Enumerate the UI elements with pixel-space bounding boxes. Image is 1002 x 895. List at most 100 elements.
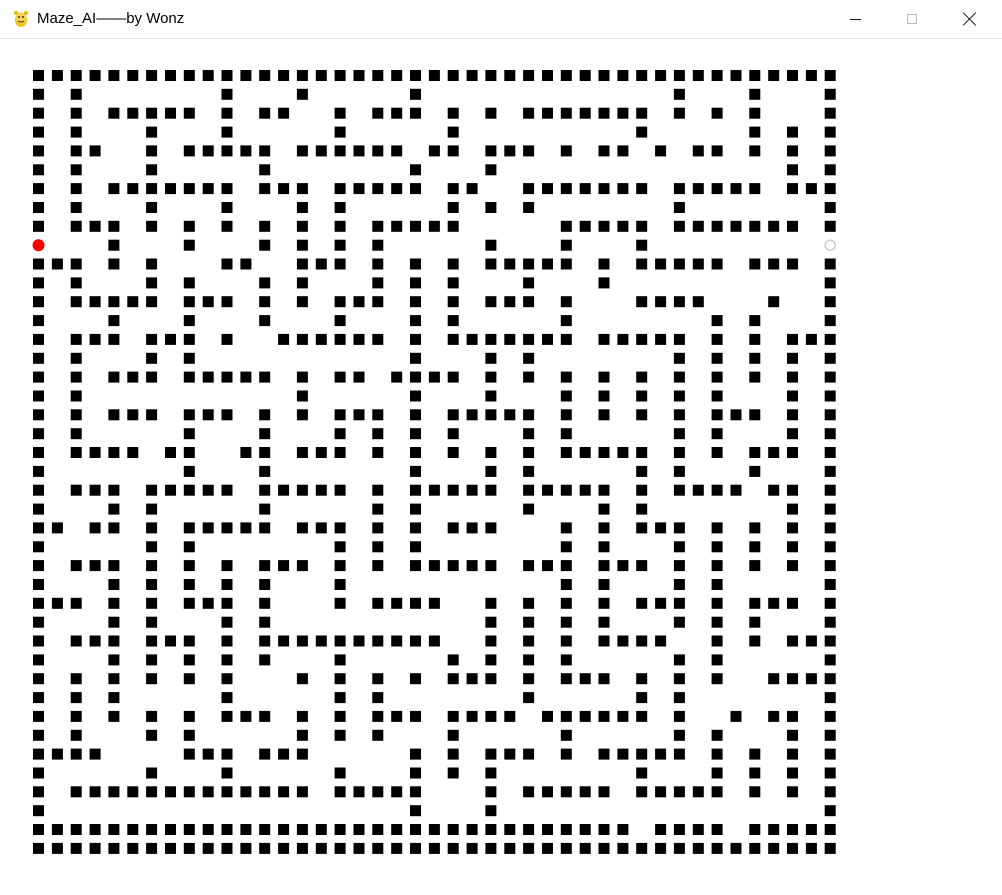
maze-wall-block <box>673 465 685 477</box>
maze-wall-block <box>391 183 403 195</box>
maze-wall-block <box>202 522 214 534</box>
maze-wall-block <box>636 786 648 798</box>
maze-wall-block <box>221 824 233 835</box>
maze-wall-block <box>787 541 798 553</box>
maze-wall-block <box>221 296 233 308</box>
maze-wall-block <box>108 560 120 572</box>
maze-wall-block <box>221 842 233 854</box>
maze-wall-block <box>146 484 158 496</box>
maze-wall-block <box>89 635 101 647</box>
maze-wall-block <box>259 748 271 760</box>
maze-wall-block <box>70 560 82 572</box>
maze-wall-block <box>466 70 478 81</box>
maze-wall-block <box>504 258 516 270</box>
maze-wall-block <box>447 126 459 138</box>
maze-wall-block <box>108 315 120 327</box>
maze-wall-block <box>730 183 742 195</box>
maze-wall-block <box>805 183 817 195</box>
maze-wall-block <box>447 560 459 572</box>
maze-wall-block <box>183 710 195 722</box>
maze-wall-block <box>523 277 535 289</box>
maze-wall-block <box>183 786 195 798</box>
maze-wall-block <box>560 522 572 534</box>
maze-wall-block <box>598 220 610 232</box>
maze-wall-block <box>673 560 685 572</box>
maze-wall-block <box>711 579 723 590</box>
maze-wall-block <box>33 692 44 704</box>
maze-wall-block <box>202 824 214 835</box>
maze-wall-block <box>730 484 742 496</box>
maze-wall-block <box>560 842 572 854</box>
maze-wall-block <box>485 597 497 609</box>
maze-wall-block <box>787 560 798 572</box>
maze-wall-block <box>221 145 233 157</box>
maze-wall-block <box>353 296 365 308</box>
maze-wall-block <box>334 183 346 195</box>
maze-wall-block <box>485 352 497 364</box>
maze-wall-block <box>89 522 101 534</box>
maze-wall-block <box>372 296 384 308</box>
maze-wall-block <box>673 786 685 798</box>
maze-wall-block <box>428 371 440 383</box>
maze-wall-block <box>523 145 535 157</box>
maze-wall-block <box>33 296 44 308</box>
maze-wall-block <box>655 333 667 345</box>
maze-wall-block <box>315 333 327 345</box>
maze-wall-block <box>711 107 723 119</box>
maze-wall-block <box>598 70 610 81</box>
maze-wall-block <box>410 842 421 854</box>
maze-wall-block <box>787 710 798 722</box>
maze-wall-block <box>787 824 798 835</box>
maze-wall-block <box>278 748 290 760</box>
maze-wall-block <box>70 635 82 647</box>
maze-wall-block <box>805 635 817 647</box>
maze-wall-block <box>183 145 195 157</box>
maze-wall-block <box>824 767 836 779</box>
maze-wall-block <box>504 333 516 345</box>
maze-wall-block <box>598 579 610 590</box>
maze-wall-block <box>334 296 346 308</box>
maze-wall-block <box>560 409 572 421</box>
maze-wall-block <box>523 786 535 798</box>
maze-wall-block <box>485 447 497 458</box>
maze-wall-block <box>768 673 780 685</box>
maze-wall-block <box>410 258 421 270</box>
maze-wall-block <box>296 729 308 741</box>
maze-wall-block <box>353 635 365 647</box>
maze-wall-block <box>33 729 44 741</box>
maze-wall-block <box>146 635 158 647</box>
maze-wall-block <box>259 371 271 383</box>
maze-wall-block <box>183 541 195 553</box>
maze-wall-block <box>749 183 761 195</box>
maze-wall-block <box>202 786 214 798</box>
maze-wall-block <box>749 842 761 854</box>
maze-wall-block <box>447 748 459 760</box>
maze-wall-block <box>221 635 233 647</box>
maze-wall-block <box>768 710 780 722</box>
maze-wall-block <box>296 447 308 458</box>
maze-wall-block <box>296 202 308 213</box>
maze-wall-block <box>824 597 836 609</box>
maze-wall-block <box>33 503 44 515</box>
maze-wall-block <box>504 145 516 157</box>
maze-wall-block <box>636 503 648 515</box>
maze-wall-block <box>334 767 346 779</box>
maze-wall-block <box>165 333 176 345</box>
maze-wall-block <box>202 484 214 496</box>
maze-wall-block <box>768 296 780 308</box>
maze-wall-block <box>278 786 290 798</box>
maze-wall-block <box>410 635 421 647</box>
maze-wall-block <box>410 390 421 402</box>
maze-wall-block <box>466 484 478 496</box>
maze-wall-block <box>504 296 516 308</box>
maze-wall-block <box>673 296 685 308</box>
maze-wall-block <box>428 560 440 572</box>
maze-wall-block <box>221 409 233 421</box>
maze-wall-block <box>183 352 195 364</box>
maze-wall-block <box>259 428 271 440</box>
maze-wall-block <box>485 390 497 402</box>
maze-wall-block <box>146 786 158 798</box>
maze-wall-block <box>711 145 723 157</box>
maze-wall-block <box>711 654 723 666</box>
maze-wall-block <box>165 107 176 119</box>
